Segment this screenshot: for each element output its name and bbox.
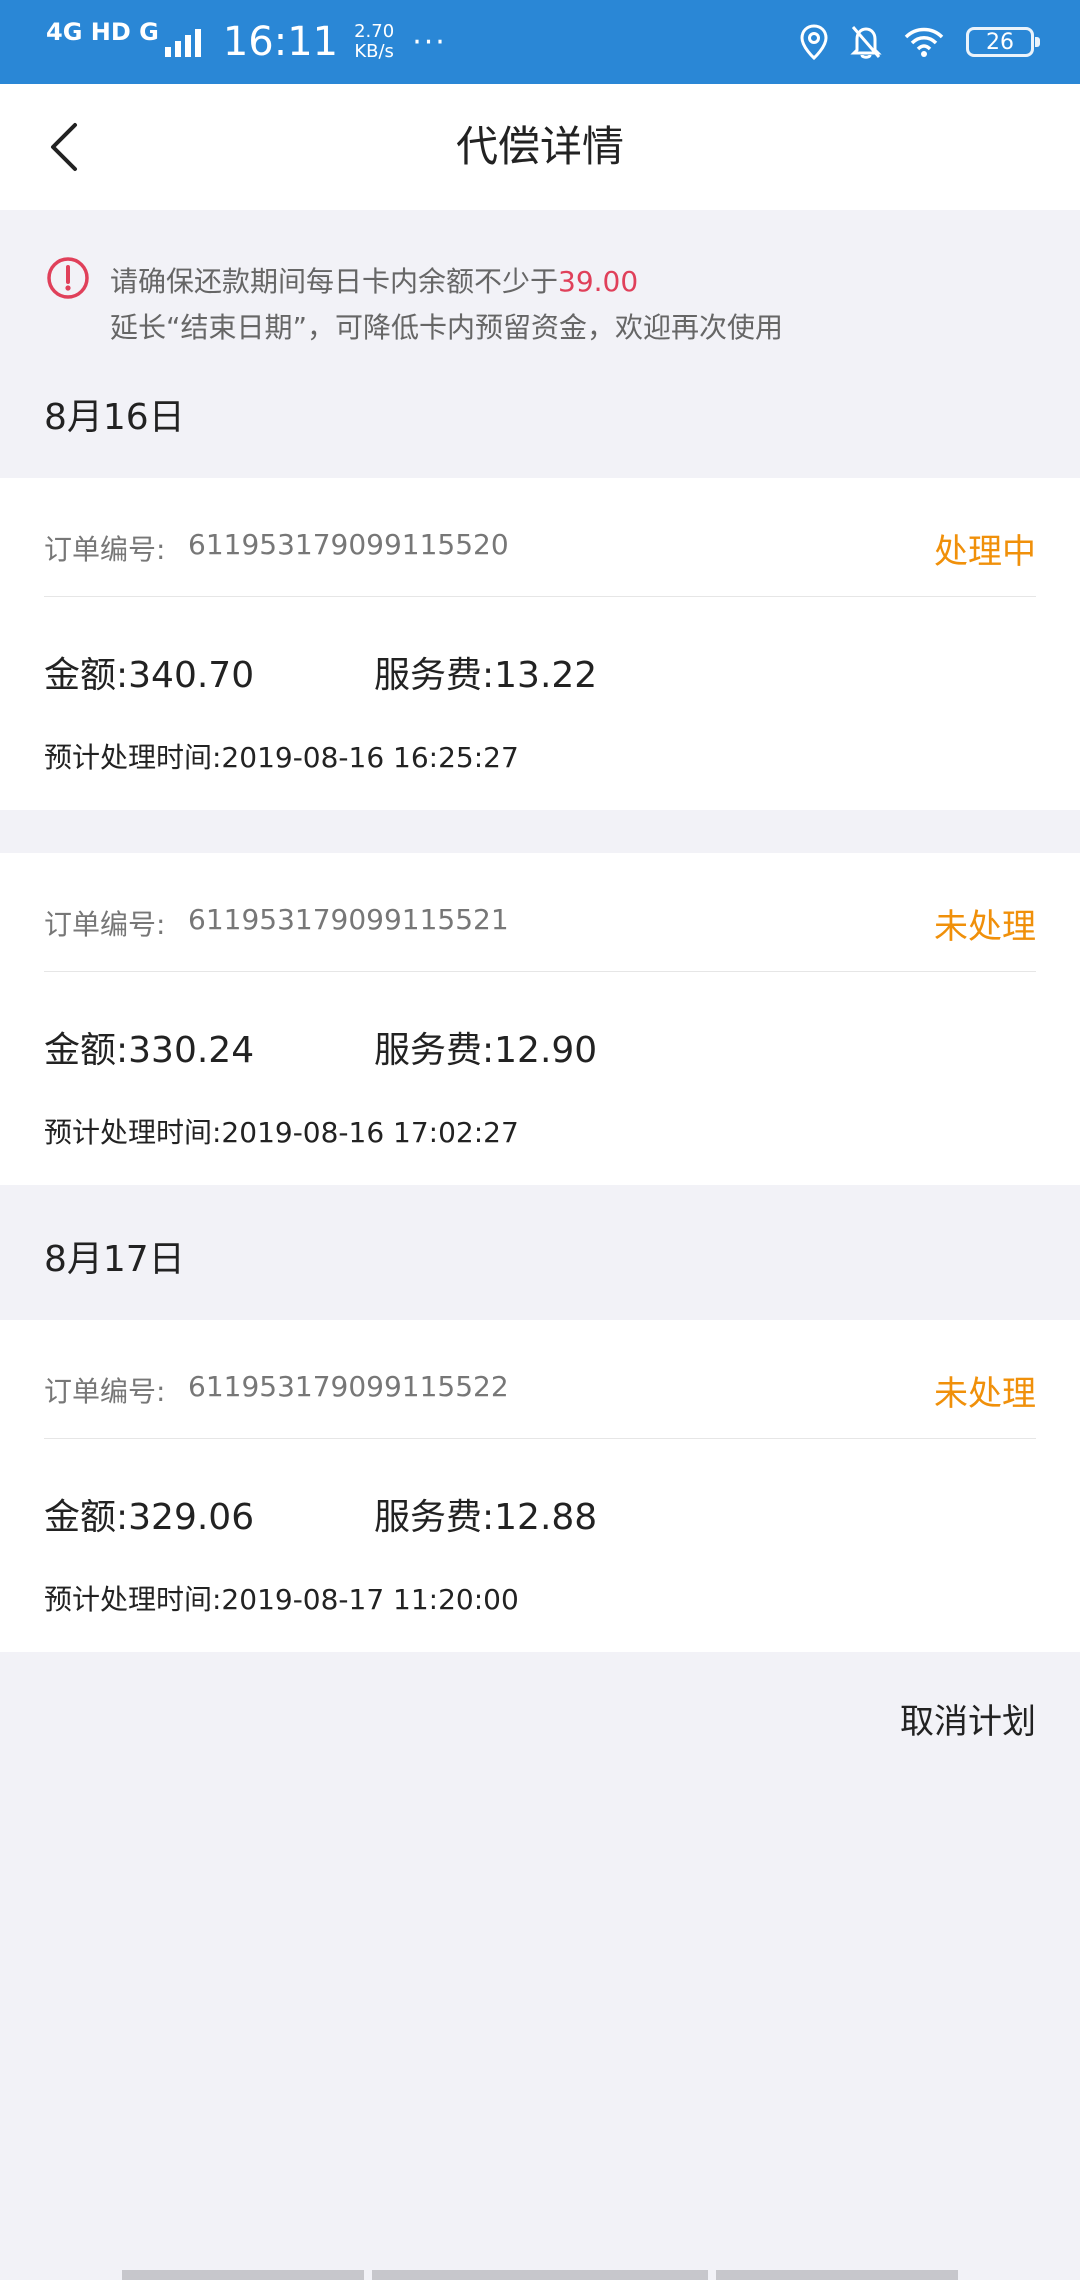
service-fee: 服务费:12.88 (374, 1497, 598, 1538)
order-number-label: 订单编号: (44, 533, 166, 566)
order-amount: 金额:340.70 (44, 655, 255, 696)
clock: 16:11 (222, 19, 339, 65)
order-amount: 金额:330.24 (44, 1030, 255, 1071)
status-bar-right: 26 (778, 0, 1040, 84)
order-status: 未处理 (934, 907, 1036, 947)
battery-icon: 26 (966, 27, 1040, 57)
notice-line-2: 延长“结束日期”，可降低卡内预留资金，欢迎再次使用 (110, 311, 784, 344)
wifi-icon (904, 26, 944, 58)
estimated-time: 预计处理时间:2019-08-16 16:25:27 (44, 741, 519, 774)
notice-text: 请确保还款期间每日卡内余额不少于 (110, 265, 559, 298)
nav-gesture-bar[interactable] (122, 2270, 364, 2280)
notice-min-amount: 39.00 (558, 265, 639, 298)
app-header: 代偿详情 (0, 84, 1080, 210)
nav-gesture-bar[interactable] (716, 2270, 958, 2280)
divider (44, 596, 1036, 597)
estimated-time: 预计处理时间:2019-08-16 17:02:27 (44, 1116, 519, 1149)
more-notifications-icon: ··· (412, 24, 447, 60)
order-card[interactable]: 订单编号: 611953179099115521 未处理 金额:330.24 服… (0, 853, 1080, 1185)
cancel-plan-button[interactable]: 取消计划 (900, 1694, 1036, 1743)
order-number: 611953179099115520 (188, 528, 509, 561)
notice-line-1: 请确保还款期间每日卡内余额不少于39.00 (110, 260, 638, 300)
date-label: 8月16日 (44, 397, 185, 438)
bell-off-icon (850, 24, 882, 60)
status-bar-left: 4G HD G 16:11 2.70 KB/s ··· (46, 0, 447, 84)
speed-value: 2.70 (354, 21, 395, 42)
network-speed: 2.70 KB/s (354, 22, 394, 62)
divider (44, 971, 1036, 972)
date-label: 8月17日 (44, 1239, 185, 1280)
order-status: 未处理 (934, 1374, 1036, 1414)
nav-gesture-bar[interactable] (372, 2270, 708, 2280)
order-number: 611953179099115522 (188, 1370, 509, 1403)
network-type: 4G HD G (46, 18, 159, 46)
divider (44, 1438, 1036, 1439)
order-amount: 金额:329.06 (44, 1497, 255, 1538)
order-number: 611953179099115521 (188, 903, 509, 936)
status-bar: 4G HD G 16:11 2.70 KB/s ··· 26 (0, 0, 1080, 84)
page-title: 代偿详情 (455, 122, 624, 171)
order-number-label: 订单编号: (44, 1375, 166, 1408)
signal-icon (164, 27, 205, 57)
order-number-label: 订单编号: (44, 908, 166, 941)
service-fee: 服务费:12.90 (374, 1030, 598, 1071)
service-fee: 服务费:13.22 (374, 655, 598, 696)
speed-unit: KB/s (354, 41, 394, 62)
order-card[interactable]: 订单编号: 611953179099115520 处理中 金额:340.70 服… (0, 478, 1080, 810)
estimated-time: 预计处理时间:2019-08-17 11:20:00 (44, 1583, 519, 1616)
info-alert-icon (46, 256, 90, 304)
order-card[interactable]: 订单编号: 611953179099115522 未处理 金额:329.06 服… (0, 1320, 1080, 1652)
location-icon (800, 24, 828, 60)
order-status: 处理中 (934, 532, 1036, 572)
